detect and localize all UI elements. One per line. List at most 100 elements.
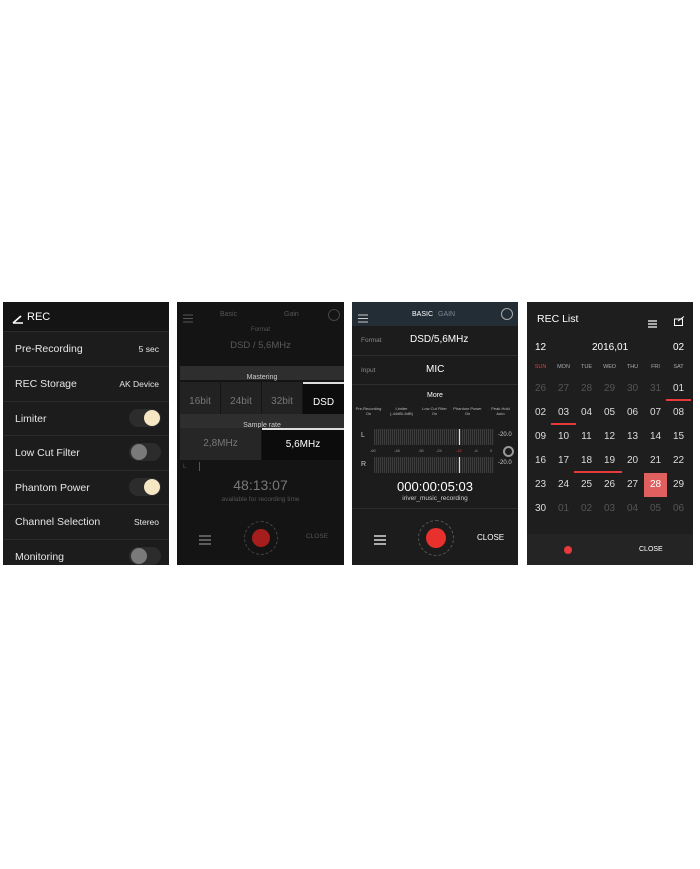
status-item-low-cut-filter: Low Cut Filter On (418, 406, 451, 416)
calendar-day[interactable]: 15 (667, 425, 690, 449)
calendar-day[interactable]: 27 (552, 377, 575, 401)
calendar-day[interactable]: 06 (621, 401, 644, 425)
calendar-day[interactable]: 27 (621, 473, 644, 497)
calendar-day[interactable]: 14 (644, 425, 667, 449)
status-value: On (431, 411, 438, 416)
setting-row-limiter: Limiter (3, 401, 169, 436)
close-button[interactable]: CLOSE (306, 533, 328, 540)
record-button[interactable] (418, 520, 454, 556)
calendar-day[interactable]: 01 (552, 497, 575, 521)
export-icon[interactable] (674, 313, 685, 331)
calendar-day[interactable]: 24 (552, 473, 575, 497)
menu-icon[interactable] (358, 310, 368, 328)
calendar-day[interactable]: 18 (575, 449, 598, 473)
calendar-day[interactable]: 26 (598, 473, 621, 497)
calendar-day[interactable]: 03 (598, 497, 621, 521)
sample-rate-option-2-8mhz[interactable]: 2,8MHz (180, 428, 261, 460)
phantom-power-toggle[interactable] (129, 478, 161, 496)
close-button[interactable]: CLOSE (477, 533, 504, 542)
weekday-wed: WED (603, 364, 616, 370)
calendar-day[interactable]: 20 (621, 449, 644, 473)
setting-label: Low Cut Filter (15, 447, 80, 459)
calendar-day[interactable]: 29 (598, 377, 621, 401)
tab-basic[interactable]: BASIC (412, 311, 433, 318)
list-menu-icon[interactable] (374, 532, 386, 550)
calendar-day[interactable]: 02 (529, 401, 552, 425)
limiter-toggle[interactable] (129, 409, 161, 427)
calendar-day[interactable]: 23 (529, 473, 552, 497)
calendar-day[interactable]: 26 (529, 377, 552, 401)
calendar-day[interactable]: 09 (529, 425, 552, 449)
status-item-limiter: Limiter (-44dB/-6dB) (385, 406, 418, 416)
calendar-day[interactable]: 05 (644, 497, 667, 521)
calendar-day[interactable]: 28 (644, 473, 667, 497)
list-menu-icon[interactable] (199, 532, 211, 550)
recording-filename: iriver_music_recording (402, 495, 468, 502)
input-value[interactable]: MIC (426, 364, 444, 375)
rec-settings-header: REC (3, 302, 169, 331)
recording-screen: BASIC GAIN Format DSD/5,6MHz Input MIC M… (352, 302, 518, 565)
calendar-day[interactable]: 13 (621, 425, 644, 449)
level-meter-l (374, 429, 494, 445)
sample-rate-option-5-6mhz[interactable]: 5,6MHz (262, 428, 344, 460)
record-button[interactable] (244, 521, 278, 555)
mastering-header: Mastering (180, 366, 344, 381)
recording-indicator (666, 399, 691, 401)
setting-label: Monitoring (15, 551, 65, 563)
gear-icon[interactable] (503, 446, 514, 457)
tab-gain[interactable]: Gain (284, 311, 299, 318)
scale-tick: -60 (370, 448, 376, 453)
calendar-day[interactable]: 06 (667, 497, 690, 521)
record-dot-icon[interactable] (564, 546, 572, 554)
setting-row-rec-storage[interactable]: REC Storage AK Device (3, 366, 169, 401)
current-month: 2016,01 (592, 342, 629, 353)
next-month-button[interactable]: 02 (673, 342, 684, 353)
tab-basic[interactable]: Basic (220, 311, 237, 318)
meter-r-value: -20.0 (498, 460, 512, 466)
weekday-thu: THU (626, 364, 639, 370)
tab-gain[interactable]: GAIN (438, 311, 455, 318)
setting-row-low-cut-filter: Low Cut Filter (3, 435, 169, 470)
setting-label: REC Storage (15, 378, 77, 390)
prev-month-button[interactable]: 12 (535, 342, 546, 353)
calendar-day[interactable]: 02 (575, 497, 598, 521)
calendar-day[interactable]: 04 (575, 401, 598, 425)
menu-icon[interactable] (183, 310, 193, 328)
record-dot-icon (426, 528, 446, 548)
format-popup-screen: Basic Gain Format DSD / 5,6MHz Mastering… (177, 302, 344, 565)
calendar-day[interactable]: 07 (644, 401, 667, 425)
setting-row-channel-selection[interactable]: Channel Selection Stereo (3, 504, 169, 539)
calendar-day[interactable]: 16 (529, 449, 552, 473)
calendar-day[interactable]: 30 (621, 377, 644, 401)
calendar-day[interactable]: 04 (621, 497, 644, 521)
calendar-day[interactable]: 01 (667, 377, 690, 401)
calendar-day[interactable]: 28 (575, 377, 598, 401)
calendar-day[interactable]: 19 (598, 449, 621, 473)
calendar-day[interactable]: 25 (575, 473, 598, 497)
calendar-day[interactable]: 17 (552, 449, 575, 473)
calendar-day[interactable]: 03 (552, 401, 575, 425)
close-button[interactable]: CLOSE (639, 546, 663, 553)
calendar-day[interactable]: 22 (667, 449, 690, 473)
monitoring-toggle[interactable] (129, 547, 161, 565)
calendar-day[interactable]: 11 (575, 425, 598, 449)
list-view-icon[interactable] (648, 315, 657, 333)
toggle-knob (131, 548, 147, 564)
calendar-day[interactable]: 10 (552, 425, 575, 449)
calendar-day[interactable]: 30 (529, 497, 552, 521)
channel-label-l: L (183, 464, 187, 470)
back-arrow-icon[interactable] (12, 311, 24, 329)
calendar-day[interactable]: 21 (644, 449, 667, 473)
format-value: DSD / 5,6MHz (230, 340, 291, 351)
calendar-day[interactable]: 12 (598, 425, 621, 449)
weekday-sun: SUN (534, 364, 547, 370)
low-cut-filter-toggle[interactable] (129, 443, 161, 461)
more-button[interactable]: More (427, 392, 443, 399)
calendar-day[interactable]: 29 (667, 473, 690, 497)
calendar-day[interactable]: 08 (667, 401, 690, 425)
format-value[interactable]: DSD/5,6MHz (410, 334, 468, 345)
calendar-day[interactable]: 31 (644, 377, 667, 401)
calendar-day[interactable]: 05 (598, 401, 621, 425)
setting-row-pre-recording[interactable]: Pre-Recording 5 sec (3, 331, 169, 366)
format-label: Format (250, 327, 270, 333)
